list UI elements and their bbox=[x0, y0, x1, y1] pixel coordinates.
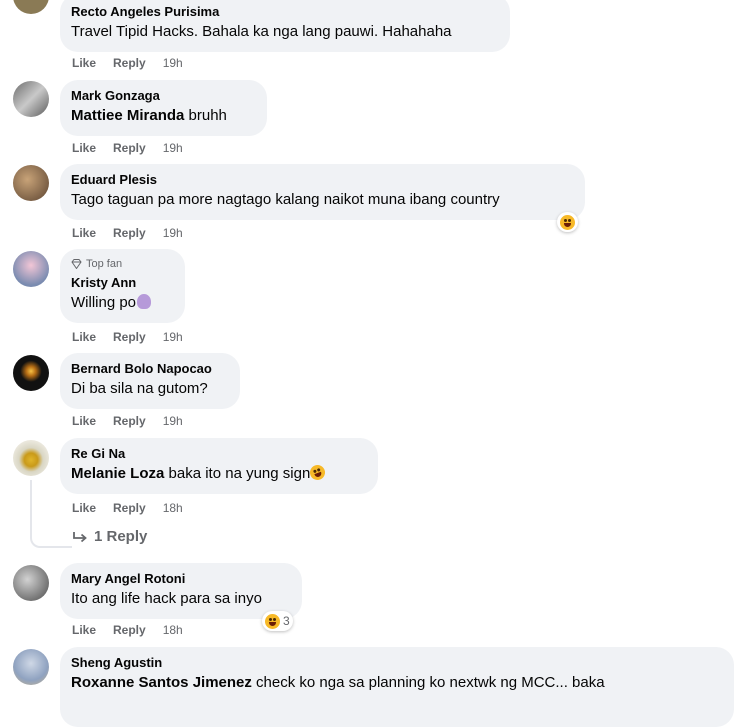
comment-text: Willing po bbox=[71, 293, 173, 313]
comment-text: Travel Tipid Hacks. Bahala ka nga lang p… bbox=[71, 23, 452, 40]
avatar[interactable] bbox=[13, 649, 49, 685]
comment-timestamp[interactable]: 19h bbox=[163, 55, 183, 71]
avatar[interactable] bbox=[13, 355, 49, 391]
like-button[interactable]: Like bbox=[72, 55, 96, 71]
reply-button[interactable]: Reply bbox=[113, 225, 146, 241]
comment-timestamp[interactable]: 18h bbox=[163, 500, 183, 516]
avatar[interactable] bbox=[13, 565, 49, 601]
reply-button[interactable]: Reply bbox=[113, 622, 146, 638]
reply-button[interactable]: Reply bbox=[113, 55, 146, 71]
avatar[interactable] bbox=[13, 165, 49, 201]
comment-bubble: Recto Angeles Purisima Travel Tipid Hack… bbox=[60, 0, 510, 52]
reply-button[interactable]: Reply bbox=[113, 140, 146, 156]
comment-timestamp[interactable]: 19h bbox=[163, 413, 183, 429]
reaction-summary[interactable] bbox=[557, 212, 578, 232]
comment-author[interactable]: Sheng Agustin bbox=[71, 655, 722, 671]
reply-arrow-icon bbox=[73, 531, 87, 542]
comment-bubble: Mary Angel Rotoni Ito ang life hack para… bbox=[60, 563, 302, 619]
view-replies-button[interactable]: 1 Reply bbox=[72, 528, 147, 545]
reply-button[interactable]: Reply bbox=[113, 329, 146, 345]
like-button[interactable]: Like bbox=[72, 329, 96, 345]
tagged-user[interactable]: Melanie Loza bbox=[71, 465, 164, 482]
comment-bubble: Bernard Bolo Napocao Di ba sila na gutom… bbox=[60, 353, 240, 409]
comment-author[interactable]: Recto Angeles Purisima bbox=[71, 4, 498, 20]
tagged-user[interactable]: Roxanne Santos Jimenez bbox=[71, 674, 252, 691]
comment-text: Di ba sila na gutom? bbox=[71, 380, 208, 397]
comment-timestamp[interactable]: 19h bbox=[163, 329, 183, 345]
comment-bubble: Top fan Kristy Ann Willing po bbox=[60, 249, 185, 323]
tagged-user[interactable]: Mattiee Miranda bbox=[71, 107, 184, 124]
comment-text-body: baka ito na yung sign bbox=[164, 465, 311, 482]
comment-author[interactable]: Kristy Ann bbox=[71, 275, 173, 291]
like-button[interactable]: Like bbox=[72, 500, 96, 516]
comment-actions: Like Reply 19h bbox=[72, 329, 183, 345]
rofl-emoji-icon bbox=[308, 462, 328, 483]
haha-reaction-icon bbox=[265, 613, 280, 629]
comment-text: Roxanne Santos Jimenez check ko nga sa p… bbox=[71, 673, 722, 693]
diamond-icon bbox=[71, 259, 82, 269]
comment-actions: Like Reply 19h bbox=[72, 225, 183, 241]
comment-author[interactable]: Mark Gonzaga bbox=[71, 88, 255, 104]
comment-author[interactable]: Eduard Plesis bbox=[71, 172, 573, 188]
comment-author[interactable]: Re Gi Na bbox=[71, 446, 366, 462]
comment-actions: Like Reply 18h bbox=[72, 500, 183, 516]
comment-author[interactable]: Mary Angel Rotoni bbox=[71, 571, 290, 587]
comment-actions: Like Reply 19h bbox=[72, 55, 183, 71]
comment-text: Ito ang life hack para sa inyo bbox=[71, 590, 262, 607]
reaction-count: 3 bbox=[283, 614, 290, 628]
comment-timestamp[interactable]: 19h bbox=[163, 225, 183, 241]
comment-text-body: bruhh bbox=[184, 107, 227, 124]
reaction-summary[interactable]: 3 bbox=[262, 611, 293, 631]
comment-text: Tago taguan pa more nagtago kalang naiko… bbox=[71, 191, 500, 208]
reply-thread-line bbox=[30, 480, 72, 548]
avatar[interactable] bbox=[13, 81, 49, 117]
comment-text: Melanie Loza baka ito na yung sign bbox=[71, 462, 366, 484]
reply-count-label[interactable]: 1 Reply bbox=[94, 528, 147, 545]
comment-bubble: Mark Gonzaga Mattiee Miranda bruhh bbox=[60, 80, 267, 136]
comment-bubble: Sheng Agustin Roxanne Santos Jimenez che… bbox=[60, 647, 734, 727]
comment-text-body: Willing po bbox=[71, 294, 137, 311]
like-button[interactable]: Like bbox=[72, 140, 96, 156]
comment-actions: Like Reply 18h bbox=[72, 622, 183, 638]
comment-bubble: Re Gi Na Melanie Loza baka ito na yung s… bbox=[60, 438, 378, 494]
comment-actions: Like Reply 19h bbox=[72, 413, 183, 429]
comment-actions: Like Reply 19h bbox=[72, 140, 183, 156]
avatar[interactable] bbox=[13, 0, 49, 14]
comment-text: Mattiee Miranda bruhh bbox=[71, 106, 255, 126]
comment-bubble: Eduard Plesis Tago taguan pa more nagtag… bbox=[60, 164, 585, 220]
comment-author[interactable]: Bernard Bolo Napocao bbox=[71, 361, 228, 377]
avatar[interactable] bbox=[13, 251, 49, 287]
haha-reaction-icon bbox=[560, 214, 575, 230]
like-button[interactable]: Like bbox=[72, 225, 96, 241]
woman-emoji-icon bbox=[137, 294, 152, 309]
comment-timestamp[interactable]: 19h bbox=[163, 140, 183, 156]
comment-timestamp[interactable]: 18h bbox=[163, 622, 183, 638]
like-button[interactable]: Like bbox=[72, 413, 96, 429]
like-button[interactable]: Like bbox=[72, 622, 96, 638]
reply-button[interactable]: Reply bbox=[113, 500, 146, 516]
reply-button[interactable]: Reply bbox=[113, 413, 146, 429]
top-fan-badge: Top fan bbox=[71, 257, 173, 271]
badge-label: Top fan bbox=[86, 258, 123, 270]
comment-text-body: check ko nga sa planning ko nextwk ng MC… bbox=[251, 674, 605, 691]
avatar[interactable] bbox=[13, 440, 49, 476]
